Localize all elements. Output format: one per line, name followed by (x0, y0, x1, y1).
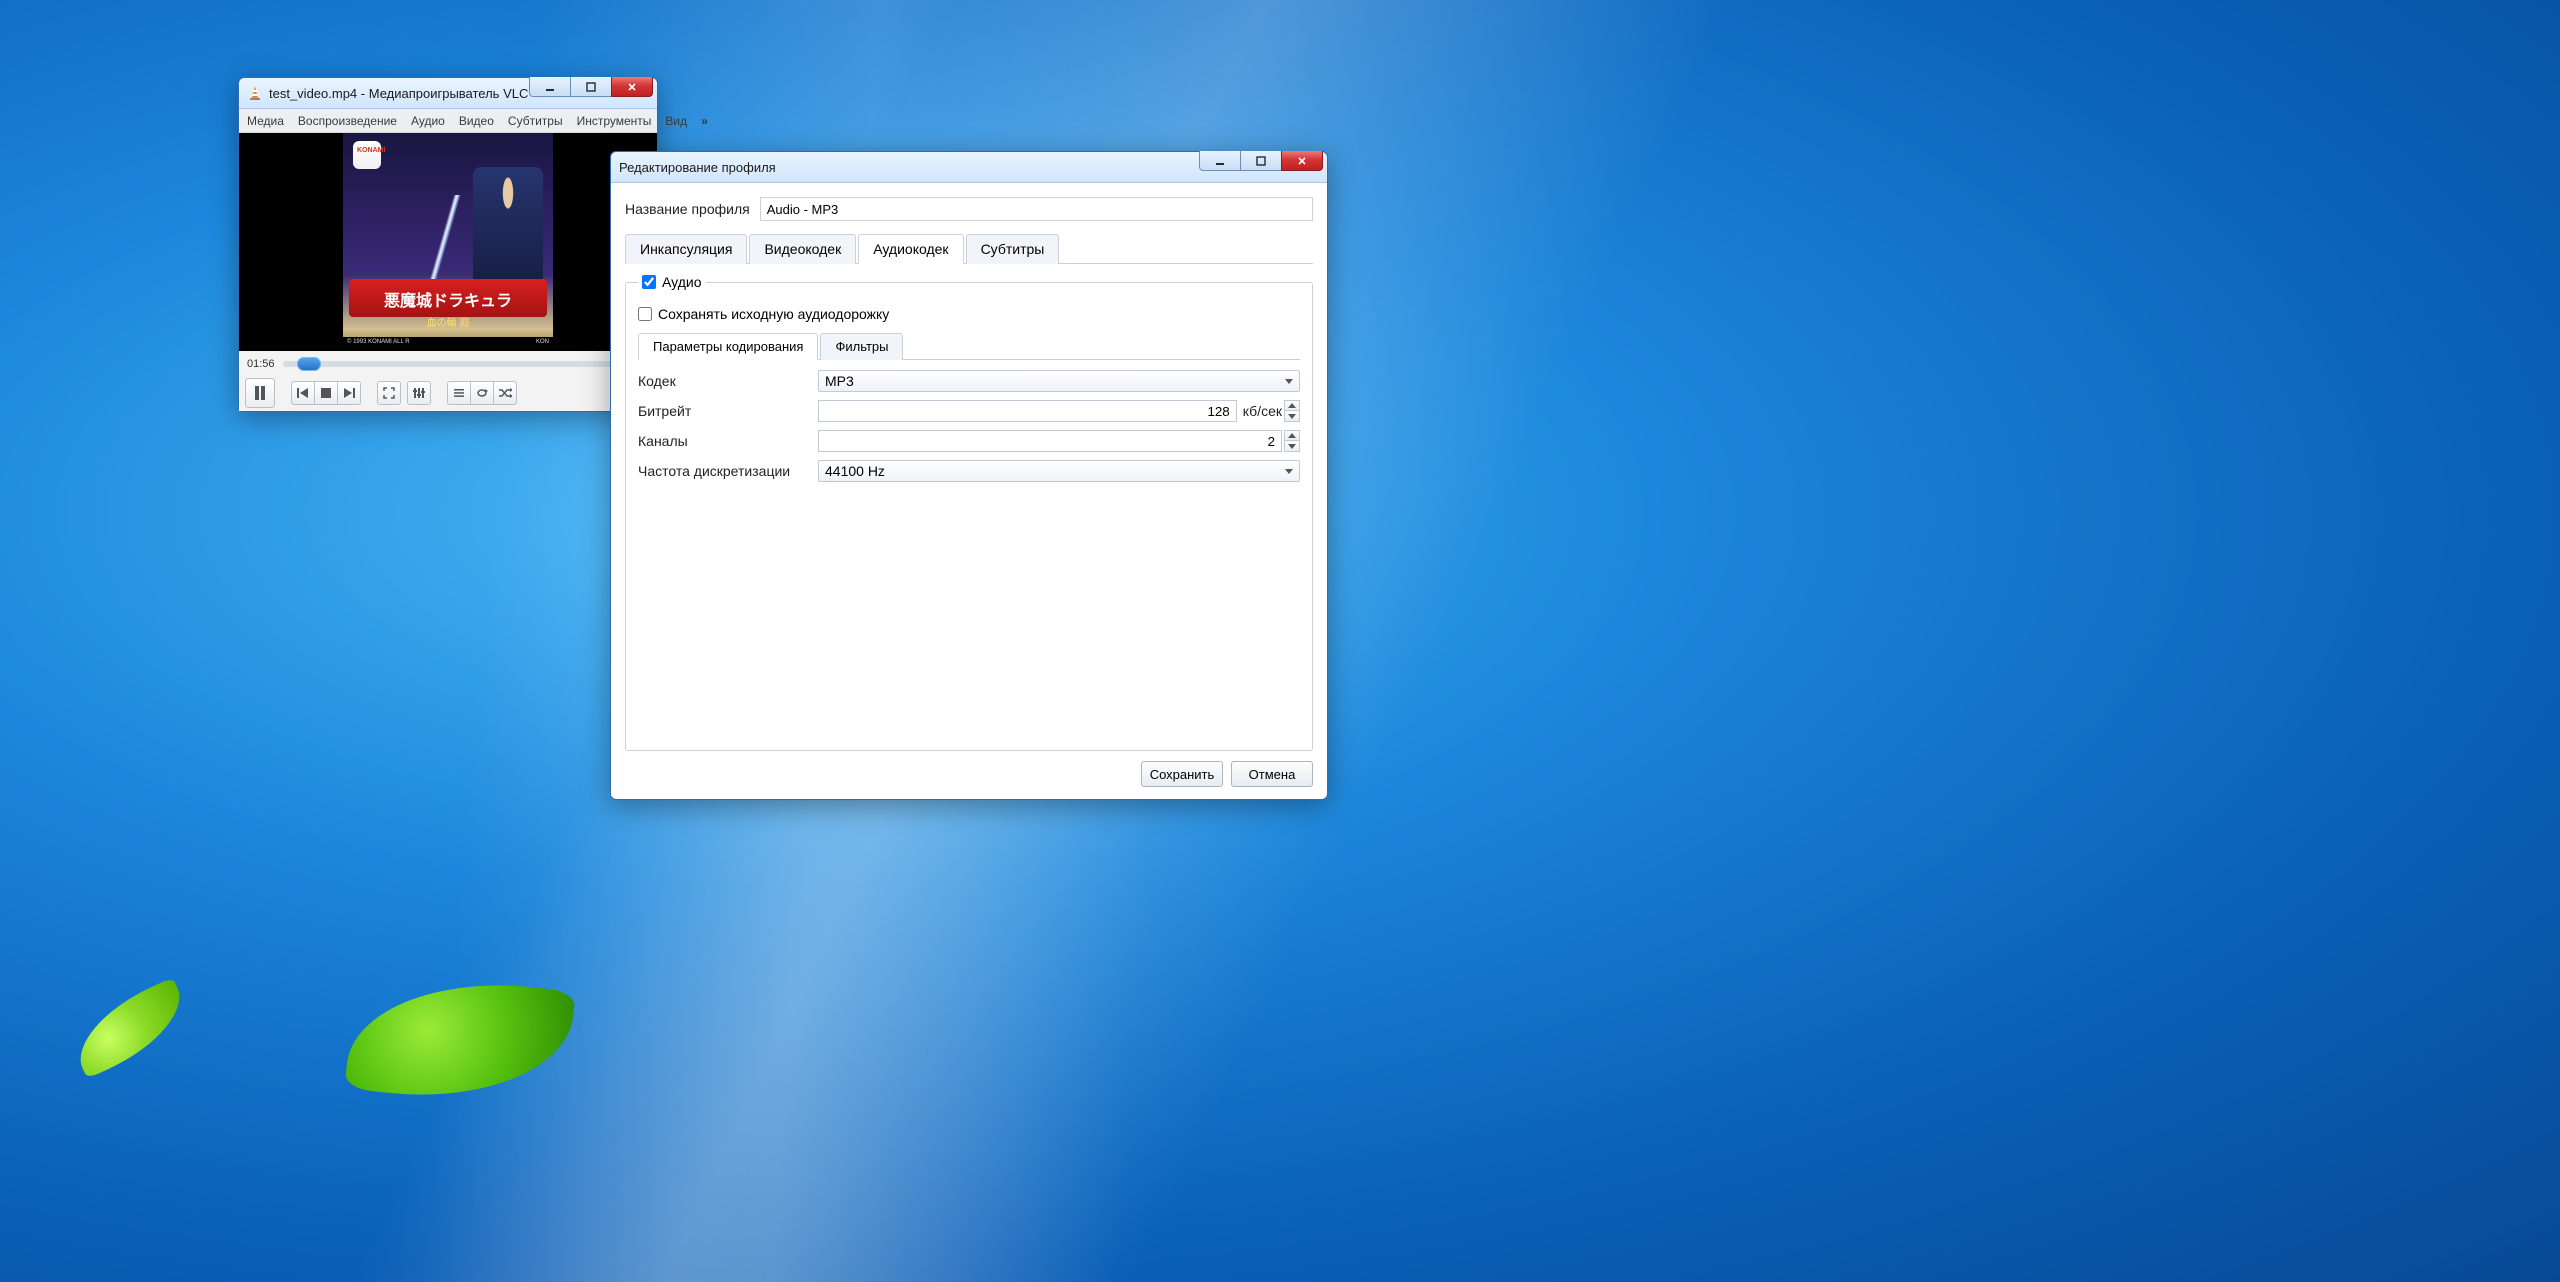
keep-original-track-checkbox[interactable] (638, 307, 652, 321)
audio-enable-label[interactable]: Аудио (642, 274, 702, 290)
maximize-button[interactable] (1240, 151, 1282, 171)
channels-input[interactable] (818, 430, 1282, 452)
bitrate-input[interactable] (818, 400, 1237, 422)
vlc-cone-icon (247, 85, 263, 101)
channels-down[interactable] (1284, 441, 1300, 452)
samplerate-combo[interactable]: 44100 Hz (818, 460, 1300, 482)
tab-encapsulation[interactable]: Инкапсуляция (625, 234, 747, 264)
time-bar: 01:56 (239, 351, 657, 377)
save-button[interactable]: Сохранить (1141, 761, 1223, 787)
tab-audio-codec[interactable]: Аудиокодек (858, 234, 963, 264)
samplerate-label: Частота дискретизации (638, 463, 818, 479)
profile-name-label: Название профиля (625, 201, 750, 217)
menu-tools[interactable]: Инструменты (577, 114, 652, 128)
vlc-titlebar[interactable]: test_video.mp4 - Медиапроигрыватель VLC (239, 78, 657, 108)
bitrate-down[interactable] (1284, 411, 1300, 422)
menu-media[interactable]: Медиа (247, 114, 284, 128)
samplerate-value: 44100 Hz (825, 463, 885, 479)
codec-value: MP3 (825, 373, 854, 389)
dialog-title: Редактирование профиля (619, 160, 776, 175)
prev-button[interactable] (291, 381, 315, 405)
cover-title-jp: 悪魔城ドラキュラ (343, 287, 553, 311)
audio-group: Аудио Сохранять исходную аудиодорожку Па… (625, 274, 1313, 751)
seek-knob[interactable] (297, 357, 321, 371)
encoding-tabbar: Параметры кодирования Фильтры (638, 332, 1300, 360)
codec-label: Кодек (638, 373, 818, 389)
stop-button[interactable] (314, 381, 338, 405)
loop-button[interactable] (470, 381, 494, 405)
cancel-button[interactable]: Отмена (1231, 761, 1313, 787)
dialog-titlebar[interactable]: Редактирование профиля (611, 152, 1327, 182)
tab-subtitles[interactable]: Субтитры (966, 234, 1060, 264)
keep-original-track-label: Сохранять исходную аудиодорожку (658, 306, 889, 322)
wallpaper-leaf (344, 969, 575, 1111)
tab-encoding-params[interactable]: Параметры кодирования (638, 333, 818, 360)
channels-label: Каналы (638, 433, 818, 449)
video-cover-art: KONAMI 悪魔城ドラキュラ 血の輪 廻 © 1993 KONAMI ALL … (343, 133, 553, 351)
maximize-button[interactable] (570, 77, 612, 97)
menu-video[interactable]: Видео (459, 114, 494, 128)
codec-combo[interactable]: MP3 (818, 370, 1300, 392)
elapsed-time: 01:56 (247, 358, 275, 370)
vlc-title: test_video.mp4 - Медиапроигрыватель VLC (269, 86, 528, 101)
video-area[interactable]: KONAMI 悪魔城ドラキュラ 血の輪 廻 © 1993 KONAMI ALL … (239, 133, 657, 351)
menu-playback[interactable]: Воспроизведение (298, 114, 397, 128)
bitrate-unit: кб/сек (1243, 403, 1282, 419)
menu-audio[interactable]: Аудио (411, 114, 445, 128)
chevron-down-icon (1285, 469, 1293, 474)
close-button[interactable] (1281, 151, 1323, 171)
next-button[interactable] (337, 381, 361, 405)
cover-footer-right: KON (536, 339, 549, 349)
chevron-down-icon (1285, 379, 1293, 384)
wallpaper-leaf (64, 977, 196, 1078)
controls-toolbar (239, 377, 657, 411)
ext-settings-button[interactable] (407, 381, 431, 405)
menu-view[interactable]: Вид (665, 114, 687, 128)
pause-button[interactable] (245, 378, 275, 408)
playlist-button[interactable] (447, 381, 471, 405)
tab-video-codec[interactable]: Видеокодек (749, 234, 856, 264)
minimize-button[interactable] (1199, 151, 1241, 171)
menu-overflow-icon[interactable]: » (701, 114, 708, 128)
profile-name-input[interactable] (760, 197, 1313, 221)
channels-up[interactable] (1284, 430, 1300, 441)
vlc-menubar: Медиа Воспроизведение Аудио Видео Субтит… (239, 109, 657, 133)
vlc-window: test_video.mp4 - Медиапроигрыватель VLC … (238, 77, 658, 412)
minimize-button[interactable] (529, 77, 571, 97)
cover-brand: KONAMI (357, 147, 385, 154)
shuffle-button[interactable] (493, 381, 517, 405)
tab-filters[interactable]: Фильтры (820, 333, 903, 360)
bitrate-label: Битрейт (638, 403, 818, 419)
audio-enable-checkbox[interactable] (642, 275, 656, 289)
fullscreen-button[interactable] (377, 381, 401, 405)
cover-footer-left: © 1993 KONAMI ALL R (347, 339, 410, 349)
profile-editor-window: Редактирование профиля Название профиля … (610, 151, 1328, 800)
bitrate-up[interactable] (1284, 400, 1300, 411)
codec-tabbar: Инкапсуляция Видеокодек Аудиокодек Субти… (625, 233, 1313, 264)
audio-enable-text: Аудио (662, 274, 702, 290)
menu-subtitles[interactable]: Субтитры (508, 114, 563, 128)
cover-subtitle-jp: 血の輪 廻 (343, 314, 553, 329)
empty-space (638, 490, 1300, 738)
close-button[interactable] (611, 77, 653, 97)
seek-slider[interactable] (283, 361, 649, 367)
